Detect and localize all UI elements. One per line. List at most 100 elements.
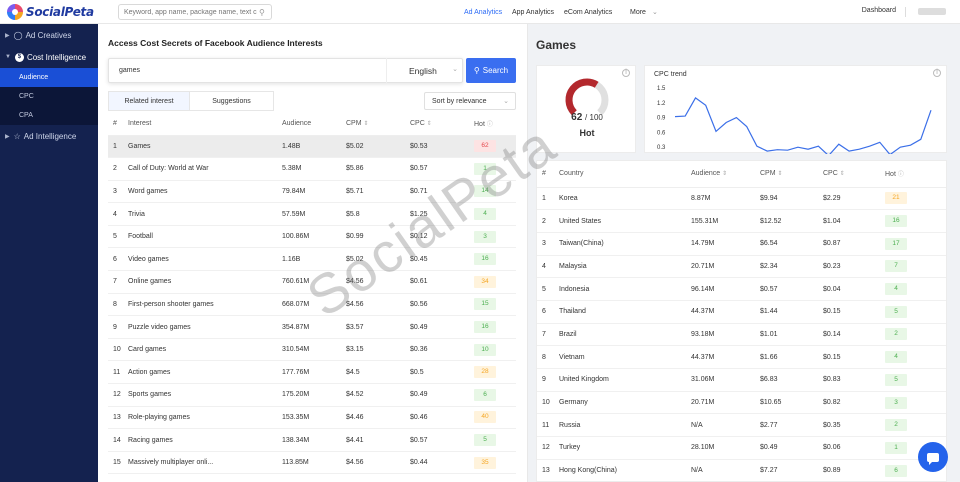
info-icon[interactable]: ⓘ <box>898 172 904 178</box>
cell-cpm: $4.41 <box>346 428 410 452</box>
col-cpm[interactable]: CPM ⇕ <box>346 113 410 136</box>
col-cpc[interactable]: CPC ⇕ <box>823 161 885 188</box>
table-row[interactable]: 8 Vietnam 44.37M $1.66 $0.15 4 <box>537 345 946 369</box>
nav-ecom-analytics[interactable]: eCom Analytics <box>564 9 612 16</box>
cell-hot: 6 <box>474 383 516 407</box>
table-row[interactable]: 2 United States 155.31M $12.52 $1.04 16 <box>537 209 946 233</box>
cell-index: 2 <box>108 157 128 181</box>
table-row[interactable]: 4 Malaysia 20.71M $2.34 $0.23 7 <box>537 255 946 279</box>
chat-icon <box>927 452 939 465</box>
table-row[interactable]: 3 Word games 79.84M $5.71 $0.71 14 <box>108 180 516 204</box>
sort-icon: ⇕ <box>363 121 369 128</box>
hot-badge: 4 <box>885 351 907 364</box>
cell-hot: 17 <box>885 232 946 256</box>
table-row[interactable]: 10 Germany 20.71M $10.65 $0.82 3 <box>537 391 946 415</box>
cell-hot: 40 <box>474 406 516 430</box>
cell-cpc: $0.87 <box>823 232 885 256</box>
table-row[interactable]: 6 Video games 1.16B $5.02 $0.45 16 <box>108 247 516 272</box>
table-row[interactable]: 11 Action games 177.76M $4.5 $0.5 28 <box>108 360 516 385</box>
sidebar-ad-creatives[interactable]: ▶ ◯ Ad Creatives <box>0 24 98 46</box>
cell-audience: 79.84M <box>282 180 346 204</box>
cell-index: 10 <box>108 338 128 362</box>
cell-cpc: $0.49 <box>410 315 474 339</box>
brand-name: SocialPeta <box>26 5 94 19</box>
cell-audience: 668.07M <box>282 293 346 317</box>
cell-name: Massively multiplayer onli... <box>128 451 282 475</box>
cell-name: Thailand <box>559 300 691 324</box>
logo[interactable]: SocialPeta <box>7 4 94 20</box>
table-row[interactable]: 9 Puzzle video games 354.87M $3.57 $0.49 16 <box>108 315 516 339</box>
table-row[interactable]: 12 Sports games 175.20M $4.52 $0.49 6 <box>108 383 516 407</box>
dashboard-link[interactable]: Dashboard <box>862 7 896 14</box>
table-row[interactable]: 5 Indonesia 96.14M $0.57 $0.04 4 <box>537 277 946 301</box>
table-row[interactable]: 3 Taiwan(China) 14.79M $6.54 $0.87 17 <box>537 232 946 256</box>
cell-cpm: $0.57 <box>760 277 823 301</box>
nav-ad-analytics[interactable]: Ad Analytics <box>464 9 502 16</box>
caret-right-icon: ▶ <box>5 133 10 140</box>
tab-suggestions[interactable]: Suggestions <box>190 91 274 111</box>
cell-index: 8 <box>108 293 128 317</box>
interest-search-input[interactable]: games <box>119 67 140 74</box>
sidebar-item-audience[interactable]: Audience <box>0 68 98 87</box>
table-row[interactable]: 11 Russia N/A $2.77 $0.35 2 <box>537 413 946 438</box>
search-icon[interactable]: ⚲ <box>259 8 265 17</box>
cell-hot: 16 <box>885 209 946 233</box>
col-audience[interactable]: Audience ⇕ <box>691 161 760 188</box>
cell-index: 7 <box>537 323 559 347</box>
user-avatar[interactable] <box>918 8 946 15</box>
cell-name: Vietnam <box>559 345 691 369</box>
cell-index: 6 <box>537 300 559 324</box>
table-row[interactable]: 15 Massively multiplayer onli... 113.85M $4… <box>108 451 516 475</box>
table-row[interactable]: 2 Call of Duty: World at War 5.38M $5.86 $0.… <box>108 157 516 181</box>
result-tabs: Related interest Suggestions <box>108 91 274 111</box>
sidebar-item-cpa[interactable]: CPA <box>0 106 98 125</box>
y-tick-label: 1.2 <box>657 101 666 107</box>
cell-name: Russia <box>559 413 691 438</box>
cell-name: Word games <box>128 180 282 204</box>
cell-audience: 177.76M <box>282 360 346 385</box>
sidebar-cost-intelligence[interactable]: ▼ $ Cost Intelligence <box>0 46 98 68</box>
sidebar-ad-intelligence[interactable]: ▶ ☆ Ad Intelligence <box>0 125 98 147</box>
table-header: # Interest Audience CPM ⇕ CPC ⇕ Hot ⓘ <box>108 113 516 136</box>
search-button[interactable]: ⚲ Search <box>466 58 516 83</box>
table-row[interactable]: 7 Online games 760.61M $4.56 $0.61 34 <box>108 270 516 294</box>
col-cpm[interactable]: CPM ⇕ <box>760 161 823 188</box>
sort-select[interactable]: Sort by relevance ⌄ <box>424 92 516 110</box>
table-row[interactable]: 9 United Kingdom 31.06M $6.83 $0.83 5 <box>537 368 946 392</box>
chat-button[interactable] <box>918 442 948 472</box>
nav-more[interactable]: More ⌄ <box>630 0 658 24</box>
table-row[interactable]: 5 Football 100.86M $0.99 $0.12 3 <box>108 225 516 249</box>
table-row[interactable]: 6 Thailand 44.37M $1.44 $0.15 5 <box>537 300 946 324</box>
cell-cpc: $0.89 <box>823 459 885 481</box>
global-search-input[interactable] <box>124 8 259 16</box>
nav-app-analytics[interactable]: App Analytics <box>512 9 554 16</box>
cell-name: First-person shooter games <box>128 293 282 317</box>
cell-cpm: $7.27 <box>760 459 823 481</box>
cell-name: United States <box>559 209 691 233</box>
y-tick-label: 1.5 <box>657 86 666 92</box>
table-row[interactable]: 1 Korea 8.87M $9.94 $2.29 21 <box>537 187 946 211</box>
cell-cpc: $0.53 <box>410 135 474 159</box>
table-row[interactable]: 13 Role-playing games 153.35M $4.46 $0.46 40 <box>108 406 516 430</box>
cell-index: 10 <box>537 391 559 415</box>
tab-related-interest[interactable]: Related interest <box>108 91 190 111</box>
sidebar-item-cpc[interactable]: CPC <box>0 87 98 106</box>
cell-name: Turkey <box>559 436 691 460</box>
cell-audience: 155.31M <box>691 209 760 233</box>
hot-badge: 2 <box>885 419 907 432</box>
info-icon[interactable]: ⓘ <box>487 122 493 128</box>
language-select[interactable]: English ⌄ <box>386 58 464 83</box>
col-cpc[interactable]: CPC ⇕ <box>410 113 474 136</box>
table-row[interactable]: 10 Card games 310.54M $3.15 $0.36 10 <box>108 338 516 362</box>
table-row[interactable]: 7 Brazil 93.18M $1.01 $0.14 2 <box>537 323 946 347</box>
table-row[interactable]: 12 Turkey 28.10M $0.49 $0.06 1 <box>537 436 946 460</box>
cell-hot: 62 <box>474 135 516 159</box>
cell-cpc: $1.04 <box>823 209 885 233</box>
table-row[interactable]: 8 First-person shooter games 668.07M $4.56 $… <box>108 293 516 317</box>
table-row[interactable]: 4 Trivia 57.59M $5.8 $1.25 4 <box>108 202 516 226</box>
table-row[interactable]: 13 Hong Kong(China) N/A $7.27 $0.89 6 <box>537 459 946 481</box>
table-row[interactable]: 14 Racing games 138.34M $4.41 $0.57 5 <box>108 428 516 452</box>
global-search[interactable]: ⚲ <box>118 4 272 20</box>
cell-audience: 14.79M <box>691 232 760 256</box>
table-row[interactable]: 1 Games 1.48B $5.02 $0.53 62 <box>108 135 516 159</box>
